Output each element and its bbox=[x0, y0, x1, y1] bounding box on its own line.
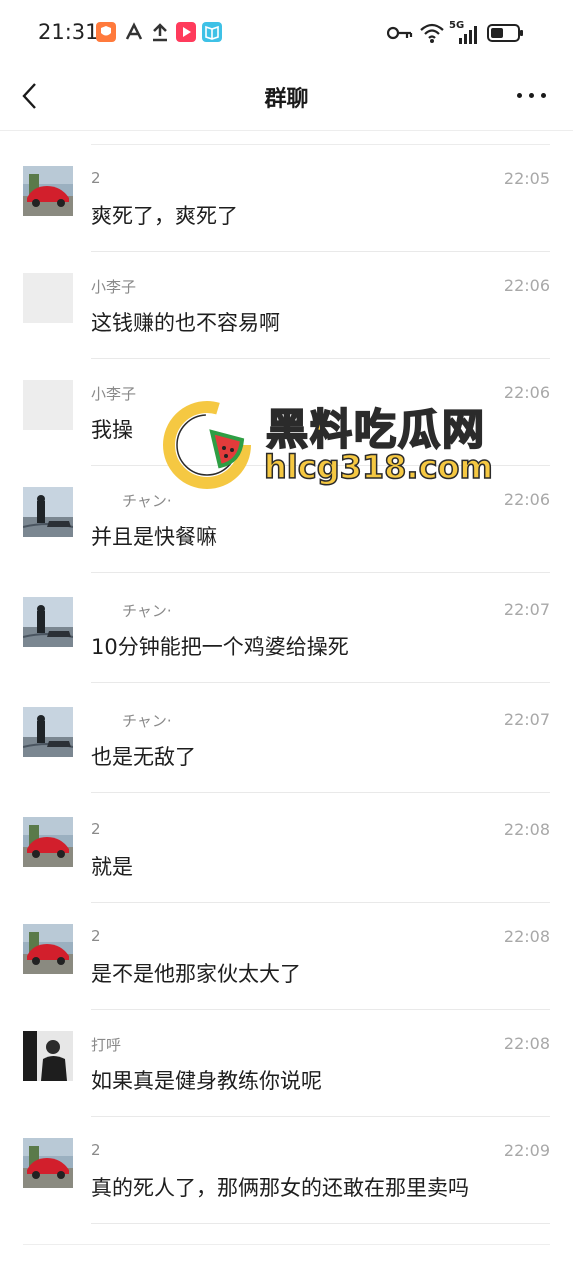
avatar[interactable] bbox=[23, 380, 73, 430]
message-row[interactable]: 小李子 22:06 这钱赚的也不容易啊 bbox=[0, 252, 573, 359]
message-time: 22:06 bbox=[503, 490, 550, 509]
message-row[interactable]: チャン· 22:07 10分钟能把一个鸡婆给操死 bbox=[0, 576, 573, 683]
message-text: 这钱赚的也不容易啊 bbox=[91, 311, 280, 335]
message-row[interactable]: 2 22:08 就是 bbox=[0, 796, 573, 903]
row-divider bbox=[91, 1223, 550, 1224]
message-text: 就是 bbox=[91, 855, 133, 879]
message-text: 并且是快餐嘛 bbox=[91, 525, 217, 549]
message-row[interactable]: 2 22:09 真的死人了，那俩那女的还敢在那里卖吗 bbox=[0, 1117, 573, 1224]
video-app-icon bbox=[176, 22, 196, 42]
book-app-icon bbox=[202, 22, 222, 42]
a-app-icon bbox=[124, 22, 144, 42]
message-text: 10分钟能把一个鸡婆给操死 bbox=[91, 635, 349, 659]
message-row[interactable]: 2 22:08 是不是他那家伙太大了 bbox=[0, 903, 573, 1010]
message-text: 真的死人了，那俩那女的还敢在那里卖吗 bbox=[91, 1176, 469, 1200]
5g-signal-icon bbox=[459, 26, 477, 44]
avatar[interactable] bbox=[23, 707, 73, 757]
message-time: 22:05 bbox=[503, 169, 550, 188]
message-text: 是不是他那家伙太大了 bbox=[91, 962, 301, 986]
message-time: 22:08 bbox=[503, 927, 550, 946]
sender-name: チャン· bbox=[122, 712, 172, 730]
row-divider bbox=[91, 572, 550, 573]
sender-name: 打呼 bbox=[91, 1036, 122, 1054]
avatar[interactable] bbox=[23, 1138, 73, 1188]
message-row[interactable]: チャン· 22:07 也是无敌了 bbox=[0, 686, 573, 793]
avatar[interactable] bbox=[23, 1031, 73, 1081]
avatar[interactable] bbox=[23, 166, 73, 216]
bottom-divider bbox=[23, 1244, 550, 1245]
watermark: 黑料吃瓜网 hlcg318.com bbox=[162, 396, 502, 496]
sender-name: 2 bbox=[91, 169, 101, 187]
message-text: 我操 bbox=[91, 418, 133, 442]
avatar[interactable] bbox=[23, 273, 73, 323]
message-time: 22:06 bbox=[503, 276, 550, 295]
avatar[interactable] bbox=[23, 597, 73, 647]
message-time: 22:07 bbox=[503, 600, 550, 619]
avatar[interactable] bbox=[23, 817, 73, 867]
key-icon bbox=[387, 26, 413, 40]
battery-icon bbox=[487, 24, 523, 42]
message-text: 也是无敌了 bbox=[91, 745, 196, 769]
sender-name: 2 bbox=[91, 1141, 101, 1159]
sender-name: 小李子 bbox=[91, 385, 137, 403]
watermark-url: hlcg318.com bbox=[263, 447, 493, 487]
message-time: 22:06 bbox=[503, 383, 550, 402]
sender-name: 2 bbox=[91, 927, 101, 945]
upload-icon bbox=[150, 22, 170, 42]
watermark-logo-icon bbox=[163, 401, 251, 489]
more-dots-icon bbox=[517, 93, 522, 98]
sender-name: 2 bbox=[91, 820, 101, 838]
row-divider bbox=[91, 792, 550, 793]
sender-name: チャン· bbox=[122, 602, 172, 620]
wifi-icon bbox=[420, 23, 444, 43]
avatar[interactable] bbox=[23, 924, 73, 974]
message-text: 如果真是健身教练你说呢 bbox=[91, 1069, 322, 1093]
row-divider bbox=[91, 682, 550, 683]
sender-name: 小李子 bbox=[91, 278, 137, 296]
status-right-icons: 5G bbox=[387, 20, 537, 46]
message-time: 22:08 bbox=[503, 1034, 550, 1053]
status-time: 21:31 bbox=[38, 20, 99, 44]
message-time: 22:07 bbox=[503, 710, 550, 729]
status-bar: 21:31 5G bbox=[0, 0, 573, 64]
message-time: 22:09 bbox=[503, 1141, 550, 1160]
more-button[interactable] bbox=[517, 85, 547, 107]
page-title: 群聊 bbox=[264, 87, 309, 112]
message-row[interactable]: 打呼 22:08 如果真是健身教练你说呢 bbox=[0, 1010, 573, 1117]
shield-app-icon bbox=[96, 22, 116, 42]
message-time: 22:08 bbox=[503, 820, 550, 839]
message-text: 爽死了，爽死了 bbox=[91, 204, 238, 228]
avatar[interactable] bbox=[23, 487, 73, 537]
chat-header: 群聊 bbox=[0, 64, 573, 131]
message-row[interactable]: 2 22:05 爽死了，爽死了 bbox=[0, 145, 573, 252]
